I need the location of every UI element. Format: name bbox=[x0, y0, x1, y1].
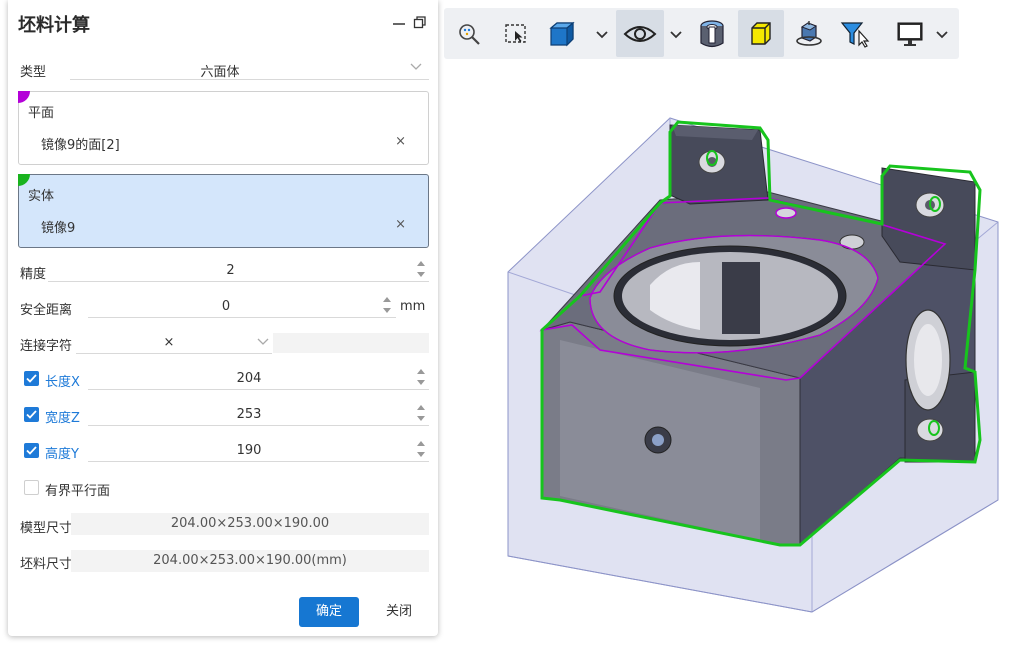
selection-filter-icon[interactable] bbox=[836, 10, 876, 57]
view-toolbar bbox=[444, 8, 959, 59]
chevron-down-icon[interactable] bbox=[668, 26, 684, 42]
solid-selected-item: 镜像9 bbox=[41, 221, 76, 236]
solid-selection-box[interactable]: 实体 镜像9 × bbox=[18, 174, 429, 248]
precision-label: 精度 bbox=[20, 267, 47, 282]
length-input[interactable]: 204 bbox=[88, 364, 429, 390]
safe-distance-unit: mm bbox=[400, 299, 426, 314]
safe-distance-input[interactable]: 0 bbox=[88, 292, 396, 318]
plane-selected-item: 镜像9的面[2] bbox=[41, 138, 120, 153]
section-view-icon[interactable] bbox=[692, 10, 732, 57]
length-checkbox[interactable] bbox=[24, 371, 39, 386]
length-label: 长度X bbox=[45, 375, 80, 390]
zoom-window-icon[interactable] bbox=[498, 10, 534, 57]
width-input[interactable]: 253 bbox=[88, 400, 429, 426]
display-monitor-icon[interactable] bbox=[890, 10, 930, 57]
connector-select[interactable]: × bbox=[76, 328, 272, 354]
type-select[interactable]: 六面体 bbox=[70, 54, 429, 80]
dialog-title: 坯料计算 bbox=[18, 15, 90, 36]
plane-box-title: 平面 bbox=[28, 106, 55, 121]
spinner-icon[interactable] bbox=[416, 403, 426, 423]
connector-label: 连接字符 bbox=[20, 339, 73, 354]
remove-solid-icon[interactable]: × bbox=[395, 217, 406, 232]
blank-model-render[interactable] bbox=[440, 60, 1000, 630]
length-value: 204 bbox=[236, 371, 262, 386]
type-label: 类型 bbox=[20, 65, 47, 80]
restore-window-icon[interactable] bbox=[413, 14, 427, 30]
model-size-value: 204.00×253.00×190.00 bbox=[71, 513, 429, 535]
chevron-down-icon[interactable] bbox=[594, 26, 610, 42]
precision-value: 2 bbox=[226, 263, 235, 278]
height-label: 高度Y bbox=[45, 447, 79, 462]
blank-calculation-dialog: 坯料计算 类型 六面体 平面 镜像9的面[2] × 实体 镜像9 × 精度 2 … bbox=[8, 0, 438, 636]
remove-plane-icon[interactable]: × bbox=[395, 134, 406, 149]
close-button[interactable]: 关闭 bbox=[377, 597, 421, 627]
width-label: 宽度Z bbox=[45, 411, 80, 426]
width-checkbox[interactable] bbox=[24, 407, 39, 422]
connector-value: × bbox=[163, 335, 175, 350]
plane-selection-box[interactable]: 平面 镜像9的面[2] × bbox=[18, 91, 429, 165]
bounded-parallel-checkbox[interactable] bbox=[24, 480, 39, 495]
shaded-face-icon[interactable] bbox=[738, 10, 784, 57]
spinner-icon[interactable] bbox=[416, 439, 426, 459]
visibility-eye-icon[interactable] bbox=[616, 10, 664, 57]
chevron-down-icon[interactable] bbox=[934, 26, 950, 42]
width-value: 253 bbox=[236, 407, 262, 422]
spinner-icon[interactable] bbox=[382, 295, 392, 315]
safe-distance-value: 0 bbox=[221, 299, 231, 314]
view-cube-icon[interactable] bbox=[544, 10, 580, 57]
rotate-view-icon[interactable] bbox=[790, 10, 828, 57]
blank-size-value: 204.00×253.00×190.00(mm) bbox=[71, 550, 429, 572]
solid-box-title: 实体 bbox=[28, 189, 55, 204]
height-value: 190 bbox=[236, 443, 262, 458]
chevron-down-icon bbox=[410, 63, 422, 70]
model-size-label: 模型尺寸 bbox=[20, 521, 73, 536]
blank-size-label: 坯料尺寸 bbox=[20, 557, 73, 572]
zoom-fit-icon[interactable] bbox=[452, 10, 486, 57]
minimize-icon[interactable] bbox=[392, 14, 406, 30]
spinner-icon[interactable] bbox=[416, 259, 426, 279]
precision-input[interactable]: 2 bbox=[48, 256, 429, 282]
safe-distance-label: 安全距离 bbox=[20, 303, 73, 318]
chevron-down-icon bbox=[257, 338, 269, 345]
height-input[interactable]: 190 bbox=[88, 436, 429, 462]
ok-button[interactable]: 确定 bbox=[299, 597, 359, 627]
connector-extra-field bbox=[273, 333, 429, 353]
type-select-value: 六面体 bbox=[200, 65, 240, 80]
bounded-parallel-label: 有界平行面 bbox=[45, 484, 111, 499]
height-checkbox[interactable] bbox=[24, 443, 39, 458]
spinner-icon[interactable] bbox=[416, 367, 426, 387]
